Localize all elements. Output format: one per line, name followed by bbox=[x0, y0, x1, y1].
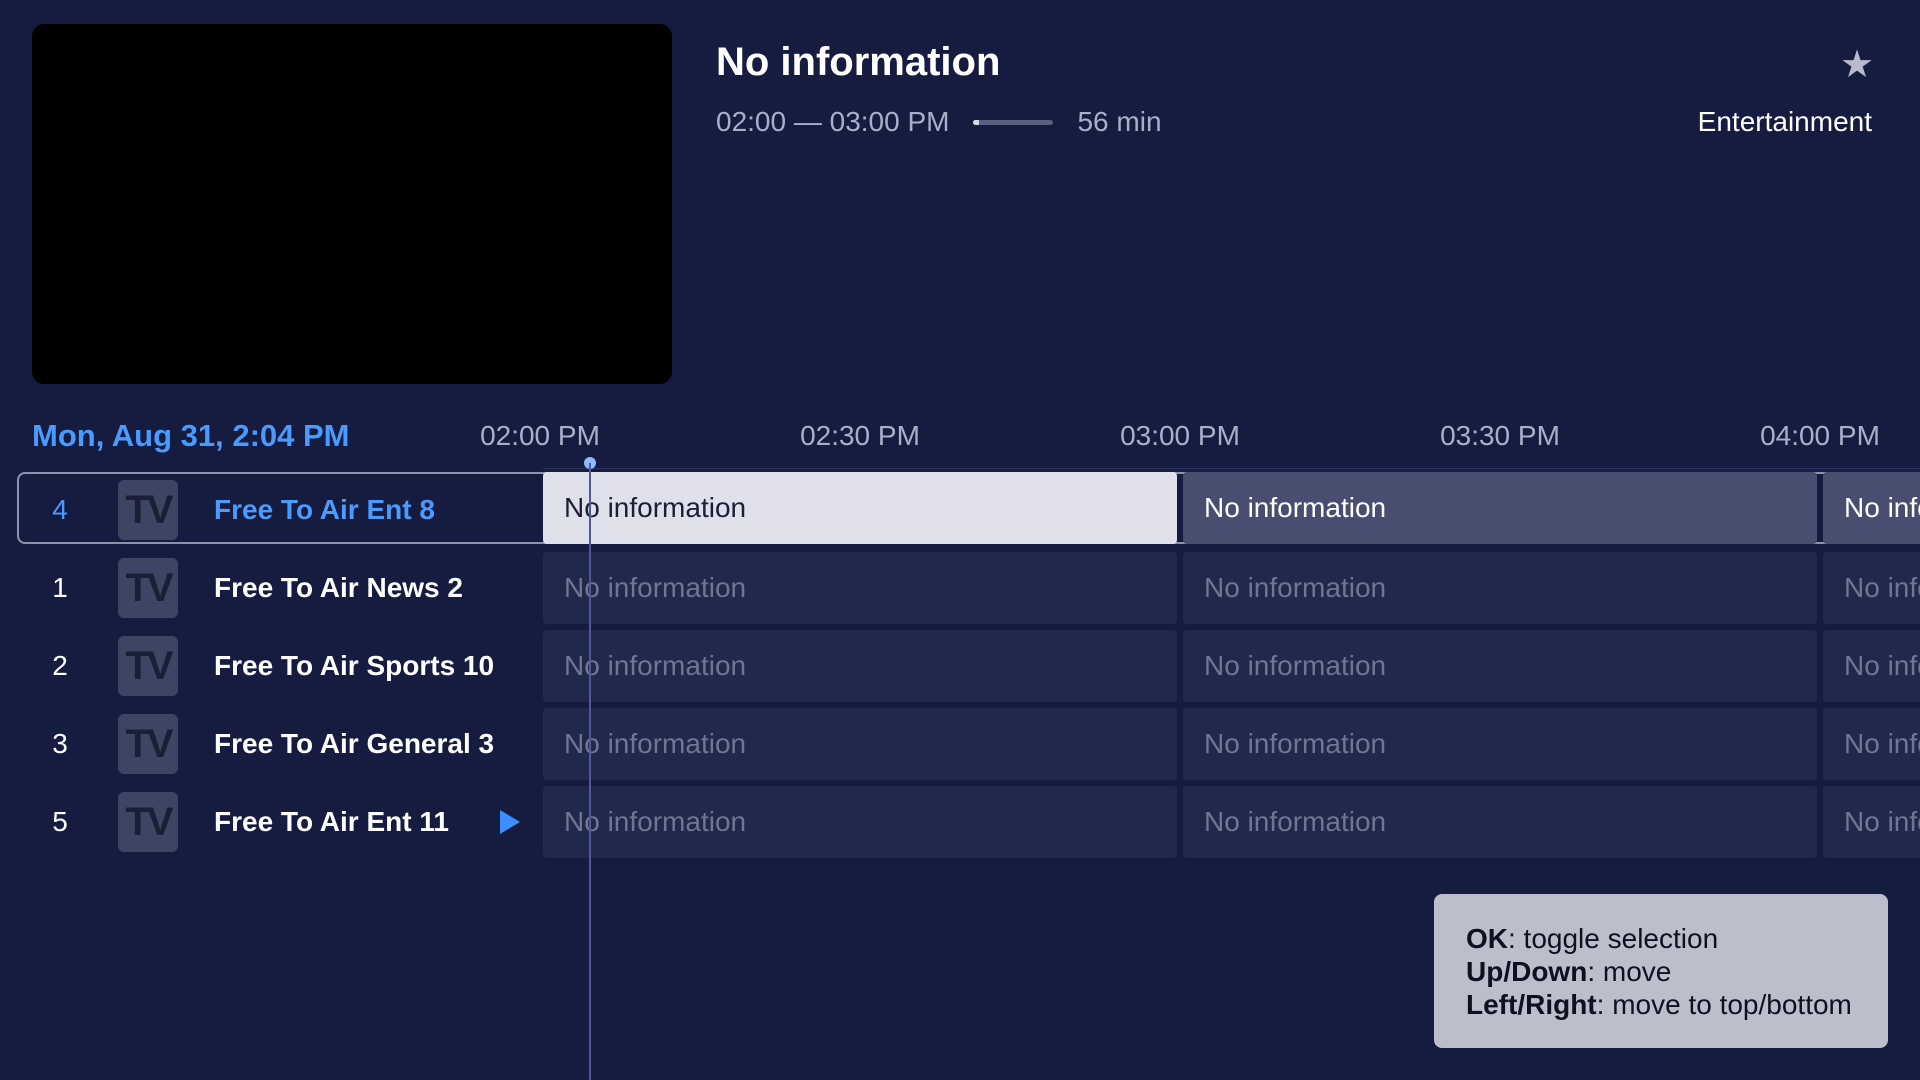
program-cell[interactable]: No information bbox=[543, 472, 1177, 544]
channel-name: Free To Air General 3 bbox=[214, 728, 495, 759]
timeline-divider bbox=[543, 468, 1920, 469]
program-time-range: 02:00 — 03:00 PM bbox=[716, 106, 950, 137]
program-title: No information bbox=[716, 40, 1001, 84]
hint-key: Up/Down bbox=[1466, 956, 1588, 987]
program-cell[interactable]: No information bbox=[1183, 786, 1817, 858]
video-preview bbox=[32, 24, 672, 384]
program-cell[interactable]: No information bbox=[1183, 552, 1817, 624]
program-cell[interactable]: No information bbox=[543, 708, 1177, 780]
channel-number: 2 bbox=[52, 650, 68, 681]
current-datetime: Mon, Aug 31, 2:04 PM bbox=[32, 418, 350, 453]
program-progress-fill bbox=[973, 119, 980, 125]
program-time-row: 02:00 — 03:00 PM 56 min bbox=[716, 106, 1162, 138]
program-cell[interactable]: No information bbox=[1823, 472, 1920, 544]
channel-row[interactable]: 5 TV Free To Air Ent 11 No information N… bbox=[0, 786, 1920, 858]
channel-number: 5 bbox=[52, 806, 68, 837]
channel-name: Free To Air Ent 11 bbox=[214, 806, 449, 837]
program-duration: 56 min bbox=[1077, 106, 1162, 137]
channel-row[interactable]: 2 TV Free To Air Sports 10 No informatio… bbox=[0, 630, 1920, 702]
program-cell[interactable]: No information bbox=[1183, 472, 1817, 544]
hint-line: Left/Right: move to top/bottom bbox=[1466, 988, 1888, 1021]
hint-text: : move bbox=[1587, 956, 1672, 987]
channel-number: 1 bbox=[52, 572, 68, 603]
time-slot-label: 02:00 PM bbox=[480, 420, 600, 451]
program-cell[interactable]: No information bbox=[543, 630, 1177, 702]
channel-number: 3 bbox=[52, 728, 68, 759]
play-icon bbox=[500, 810, 520, 834]
program-cell[interactable]: No information bbox=[543, 786, 1177, 858]
hint-key: OK bbox=[1466, 923, 1508, 954]
program-cell[interactable]: No information bbox=[1183, 708, 1817, 780]
tv-logo-icon: TV bbox=[118, 792, 178, 852]
key-hint-panel: OK: toggle selection Up/Down: move Left/… bbox=[1434, 894, 1888, 1048]
program-cell[interactable]: No information bbox=[1823, 786, 1920, 858]
current-time-line bbox=[589, 463, 591, 1080]
channel-name: Free To Air Sports 10 bbox=[214, 650, 495, 681]
hint-text: : move to top/bottom bbox=[1596, 989, 1852, 1020]
channel-name: Free To Air News 2 bbox=[214, 572, 463, 603]
hint-line: Up/Down: move bbox=[1466, 955, 1888, 988]
channel-row[interactable]: 4 TV Free To Air Ent 8 No information No… bbox=[0, 472, 1920, 546]
program-cell[interactable]: No information bbox=[1823, 630, 1920, 702]
time-slot-label: 03:30 PM bbox=[1440, 420, 1560, 451]
tv-logo-icon: TV bbox=[118, 714, 178, 774]
time-slot-label: 02:30 PM bbox=[800, 420, 920, 451]
hint-line: OK: toggle selection bbox=[1466, 922, 1888, 955]
star-icon[interactable]: ★ bbox=[1838, 46, 1876, 84]
program-cell[interactable]: No information bbox=[1823, 708, 1920, 780]
program-cell[interactable]: No information bbox=[1823, 552, 1920, 624]
channel-name: Free To Air Ent 8 bbox=[214, 494, 435, 525]
program-progress-bar bbox=[973, 119, 1054, 125]
program-cell[interactable]: No information bbox=[1183, 630, 1817, 702]
tv-logo-icon: TV bbox=[118, 558, 178, 618]
channel-row[interactable]: 1 TV Free To Air News 2 No information N… bbox=[0, 552, 1920, 624]
tv-logo-icon: TV bbox=[118, 480, 178, 540]
program-cell[interactable]: No information bbox=[543, 552, 1177, 624]
program-genre: Entertainment bbox=[1697, 106, 1872, 137]
hint-key: Left/Right bbox=[1466, 989, 1597, 1020]
channel-number: 4 bbox=[52, 494, 68, 525]
tv-logo-icon: TV bbox=[118, 636, 178, 696]
hint-text: : toggle selection bbox=[1508, 923, 1719, 954]
channel-row[interactable]: 3 TV Free To Air General 3 No informatio… bbox=[0, 708, 1920, 780]
time-slot-label: 03:00 PM bbox=[1120, 420, 1240, 451]
time-slot-label: 04:00 PM bbox=[1760, 420, 1880, 451]
